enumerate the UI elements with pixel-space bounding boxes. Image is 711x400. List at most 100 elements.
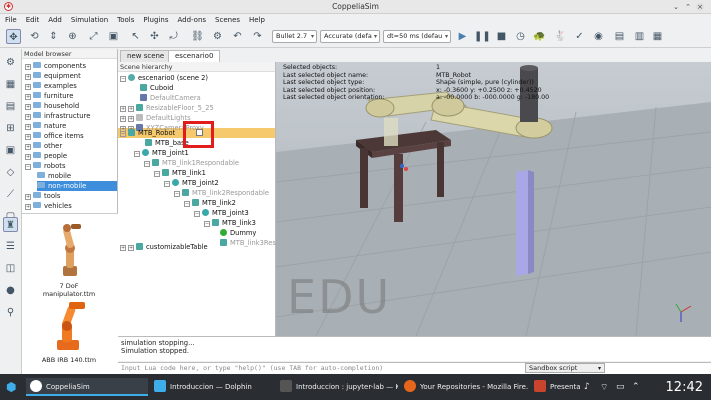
- task-dolphin[interactable]: Introduccion — Dolphin: [150, 378, 274, 396]
- scene-object-properties-icon[interactable]: ▤: [612, 29, 627, 44]
- physics-engine-select[interactable]: Bullet 2.7 ▾: [272, 30, 317, 43]
- tree-item-vehicles[interactable]: + vehicles: [25, 201, 72, 211]
- timestep-select[interactable]: dt=50 ms (defau ▾: [383, 30, 451, 43]
- tab-escenario0[interactable]: escenario0: [168, 50, 221, 62]
- scene-hierarchy-icon[interactable]: ☰: [3, 239, 18, 254]
- tree-item-people[interactable]: + people: [25, 151, 67, 161]
- visualization-icon[interactable]: ◉: [591, 29, 606, 44]
- menu-simulation[interactable]: Simulation: [66, 14, 112, 26]
- calculation-modules-icon[interactable]: ▥: [632, 29, 647, 44]
- menu-scenes[interactable]: Scenes: [210, 14, 244, 26]
- scripts-icon[interactable]: ▣: [3, 143, 18, 158]
- camera-rotate-icon[interactable]: ⟲: [27, 29, 42, 44]
- thread-rendering-icon[interactable]: ✓: [572, 29, 587, 44]
- menu-help[interactable]: Help: [244, 14, 269, 26]
- hierarchy-item[interactable]: − MTB_joint2: [164, 178, 219, 188]
- stop-icon[interactable]: ■: [494, 29, 509, 44]
- tree-item-tools[interactable]: + tools: [25, 191, 60, 201]
- task-presentation[interactable]: Presentación de introducción —...: [530, 378, 580, 396]
- tree-item-other[interactable]: + other: [25, 141, 62, 151]
- model-browser-icon[interactable]: ♜: [3, 217, 18, 232]
- tree-item-mobile[interactable]: mobile: [37, 171, 71, 181]
- undo-icon[interactable]: ↶: [230, 29, 245, 44]
- video-recorder-icon[interactable]: ●: [3, 283, 18, 298]
- menu-add[interactable]: Add: [43, 14, 66, 26]
- camera-pan-icon[interactable]: ✥: [6, 29, 21, 44]
- close-icon[interactable]: ×: [696, 3, 704, 11]
- menu-edit[interactable]: Edit: [21, 14, 44, 26]
- hierarchy-item[interactable]: − MTB_link3: [204, 218, 256, 228]
- camera-zoom-icon[interactable]: ⊕: [65, 29, 80, 44]
- select-icon[interactable]: ↖: [128, 29, 143, 44]
- assemble-icon[interactable]: ⛓: [190, 29, 205, 44]
- user-settings-icon[interactable]: ⚲: [3, 305, 18, 320]
- menu-plugins[interactable]: Plugins: [138, 14, 172, 26]
- play-icon[interactable]: ▶: [455, 29, 470, 44]
- tree-item-robots[interactable]: − robots: [25, 161, 65, 171]
- tab-new-scene[interactable]: new scene: [120, 50, 172, 62]
- tree-item-examples[interactable]: + examples: [25, 81, 77, 91]
- menu-addons[interactable]: Add-ons: [172, 14, 210, 26]
- hierarchy-item[interactable]: Dummy: [220, 228, 256, 238]
- camera-select-icon[interactable]: ▣: [106, 29, 121, 44]
- tree-item-equipment[interactable]: + equipment: [25, 71, 81, 81]
- hierarchy-item-mtb-robot[interactable]: − MTB_Robot: [120, 128, 175, 138]
- task-firefox[interactable]: Your Repositories - Mozilla Fire...: [400, 378, 528, 396]
- tree-item-nature[interactable]: + nature: [25, 121, 66, 131]
- hierarchy-item[interactable]: + + customizableTable: [120, 242, 208, 252]
- network-icon[interactable]: ⌔: [600, 382, 608, 393]
- speed-up-icon[interactable]: 🐇: [553, 29, 568, 44]
- slow-down-icon[interactable]: 🐢: [532, 29, 547, 44]
- hierarchy-item[interactable]: − MTB_link2Respondable: [174, 188, 269, 198]
- hierarchy-item[interactable]: − MTB_joint1: [134, 148, 189, 158]
- camera-shift-icon[interactable]: ⇕: [46, 29, 61, 44]
- path-edit-icon[interactable]: ⟋: [3, 187, 18, 202]
- redo-icon[interactable]: ↷: [250, 29, 265, 44]
- tree-item-non-mobile[interactable]: non-mobile: [37, 181, 117, 191]
- rotate-object-icon[interactable]: ⤾: [166, 29, 181, 44]
- minimize-icon[interactable]: ⌄: [672, 3, 680, 11]
- application-launcher-icon[interactable]: ⬢: [6, 380, 20, 394]
- clipboard-icon[interactable]: ▭: [616, 382, 625, 392]
- hierarchy-item[interactable]: − MTB_link2: [184, 198, 236, 208]
- hierarchy-item[interactable]: + + ResizableFloor_5_25: [120, 103, 214, 113]
- volume-icon[interactable]: ♪: [584, 382, 590, 392]
- hierarchy-item[interactable]: − MTB_link1Respondable: [144, 158, 239, 168]
- transfer-dna-icon[interactable]: ⚙: [210, 29, 225, 44]
- realtime-icon[interactable]: ◷: [513, 29, 528, 44]
- layers-icon[interactable]: ◫: [3, 261, 18, 276]
- sandbox-script-select[interactable]: Sandbox script ▾: [525, 363, 605, 373]
- shape-edit-icon[interactable]: ◇: [3, 165, 18, 180]
- collections-icon[interactable]: ⊞: [3, 121, 18, 136]
- tray-expand-icon[interactable]: ⌃: [632, 382, 640, 392]
- pause-icon[interactable]: ❚❚: [474, 29, 491, 44]
- calc-modules-icon[interactable]: ▤: [3, 99, 18, 114]
- model-thumb-7dof[interactable]: 7 DoF manipulator.ttm: [34, 220, 104, 298]
- task-coppeliasim[interactable]: CoppeliaSim: [26, 378, 148, 396]
- page-selector-icon[interactable]: ▦: [650, 29, 665, 44]
- hierarchy-item[interactable]: − escenario0 (scene 2): [120, 73, 208, 83]
- simulation-settings-icon[interactable]: ⚙: [3, 55, 18, 70]
- task-jupyter[interactable]: Introduccion : jupyter-lab — K...: [276, 378, 398, 396]
- tree-item-household[interactable]: + household: [25, 101, 79, 111]
- tree-item-infrastructure[interactable]: + infrastructure: [25, 111, 90, 121]
- tree-item-furniture[interactable]: + furniture: [25, 91, 73, 101]
- maximize-icon[interactable]: ⌃: [684, 3, 692, 11]
- translate-object-icon[interactable]: ✣: [147, 29, 162, 44]
- hierarchy-item[interactable]: + + DefaultLights: [120, 113, 191, 123]
- accuracy-select[interactable]: Accurate (defa ▾: [320, 30, 380, 43]
- hierarchy-item[interactable]: − MTB_joint3: [194, 208, 249, 218]
- clock[interactable]: 12:42: [666, 380, 703, 395]
- tree-item-office-items[interactable]: + office items: [25, 131, 84, 141]
- model-thumb-abb-irb140[interactable]: ABB IRB 140.ttm: [34, 296, 104, 364]
- fit-to-view-icon[interactable]: ⤢: [86, 29, 101, 44]
- hierarchy-item[interactable]: Cuboid: [140, 83, 173, 93]
- tree-item-components[interactable]: + components: [25, 61, 86, 71]
- properties-icon[interactable]: ▦: [3, 77, 18, 92]
- lua-command-input[interactable]: Input Lua code here, or type "help()" (u…: [118, 362, 711, 374]
- hierarchy-item[interactable]: MTB_link3Respondable: [220, 238, 276, 248]
- hierarchy-item[interactable]: − MTB_link1: [154, 168, 206, 178]
- menu-tools[interactable]: Tools: [112, 14, 138, 26]
- menu-file[interactable]: File: [0, 14, 21, 26]
- hierarchy-item[interactable]: DefaultCamera: [140, 93, 201, 103]
